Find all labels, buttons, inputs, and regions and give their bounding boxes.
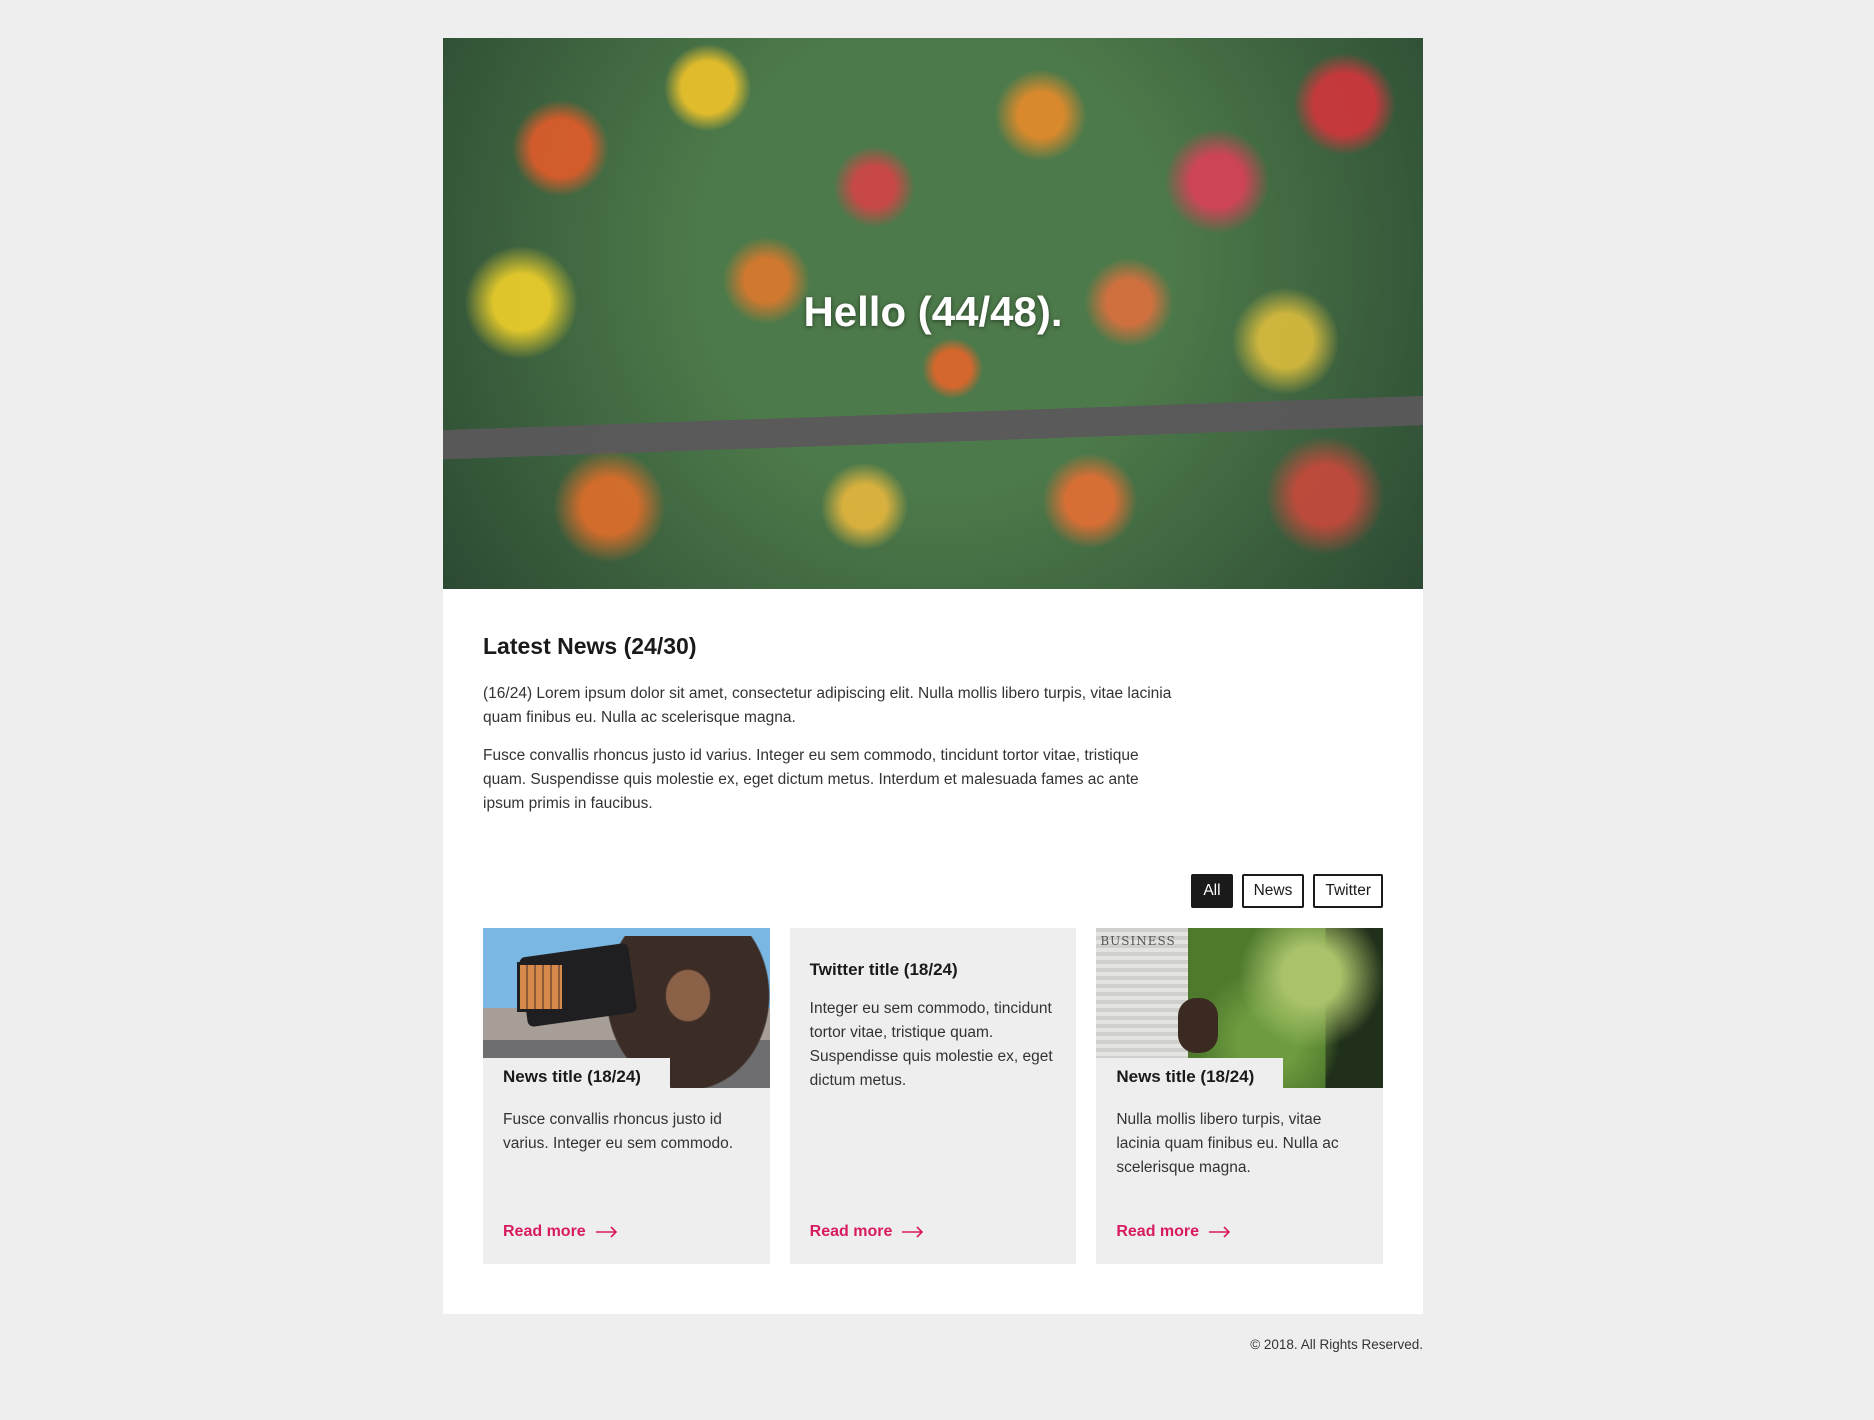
main-content: Latest News (24/30) (16/24) Lorem ipsum … bbox=[443, 589, 1423, 1264]
intro-paragraph: Fusce convallis rhoncus justo id varius.… bbox=[483, 747, 1139, 812]
card-title: News title (18/24) bbox=[1096, 1058, 1284, 1095]
read-more-label: Read more bbox=[1116, 1223, 1200, 1240]
footer-copyright: © 2018. All Rights Reserved. bbox=[1250, 1337, 1423, 1352]
filter-twitter-button[interactable]: Twitter bbox=[1313, 874, 1383, 908]
filter-news-button[interactable]: News bbox=[1241, 874, 1305, 908]
read-more-link[interactable]: Read more bbox=[503, 1223, 618, 1241]
photo-hand bbox=[1178, 998, 1219, 1053]
read-more-label: Read more bbox=[809, 1223, 893, 1240]
arrow-right-icon bbox=[595, 1226, 617, 1238]
filter-bar: All News Twitter bbox=[483, 874, 1383, 908]
filter-all-button[interactable]: All bbox=[1191, 874, 1233, 908]
twitter-card: Twitter title (18/24) Integer eu sem com… bbox=[789, 928, 1077, 1264]
card-grid: News title (18/24) Fusce convallis rhonc… bbox=[483, 928, 1384, 1264]
card-title: Twitter title (18/24) bbox=[809, 960, 958, 979]
card-text: Integer eu sem commodo, tincidunt tortor… bbox=[809, 1000, 1053, 1089]
read-more-label: Read more bbox=[503, 1223, 586, 1240]
page-container: Hello (44/48). Latest News (24/30) (16/2… bbox=[443, 38, 1423, 1314]
section-title: Latest News (24/30) bbox=[483, 633, 697, 659]
arrow-right-icon bbox=[1209, 1226, 1231, 1238]
newspaper-header: BUSINESS bbox=[1100, 934, 1176, 948]
read-more-link[interactable]: Read more bbox=[1116, 1223, 1231, 1241]
card-title: News title (18/24) bbox=[483, 1058, 670, 1095]
arrow-right-icon bbox=[902, 1226, 924, 1238]
intro-paragraph: (16/24) Lorem ipsum dolor sit amet, cons… bbox=[483, 685, 1172, 726]
news-card: BUSINESS News title (18/24) Nulla mollis… bbox=[1096, 928, 1384, 1264]
card-text: Fusce convallis rhoncus justo id varius.… bbox=[503, 1111, 734, 1152]
hero-title: Hello (44/48). bbox=[803, 288, 1063, 335]
card-text: Nulla mollis libero turpis, vitae lacini… bbox=[1116, 1111, 1339, 1176]
photo-light-panel bbox=[517, 962, 565, 1012]
read-more-link[interactable]: Read more bbox=[810, 1223, 925, 1241]
hero-banner: Hello (44/48). bbox=[443, 38, 1423, 589]
news-card: News title (18/24) Fusce convallis rhonc… bbox=[483, 928, 770, 1264]
